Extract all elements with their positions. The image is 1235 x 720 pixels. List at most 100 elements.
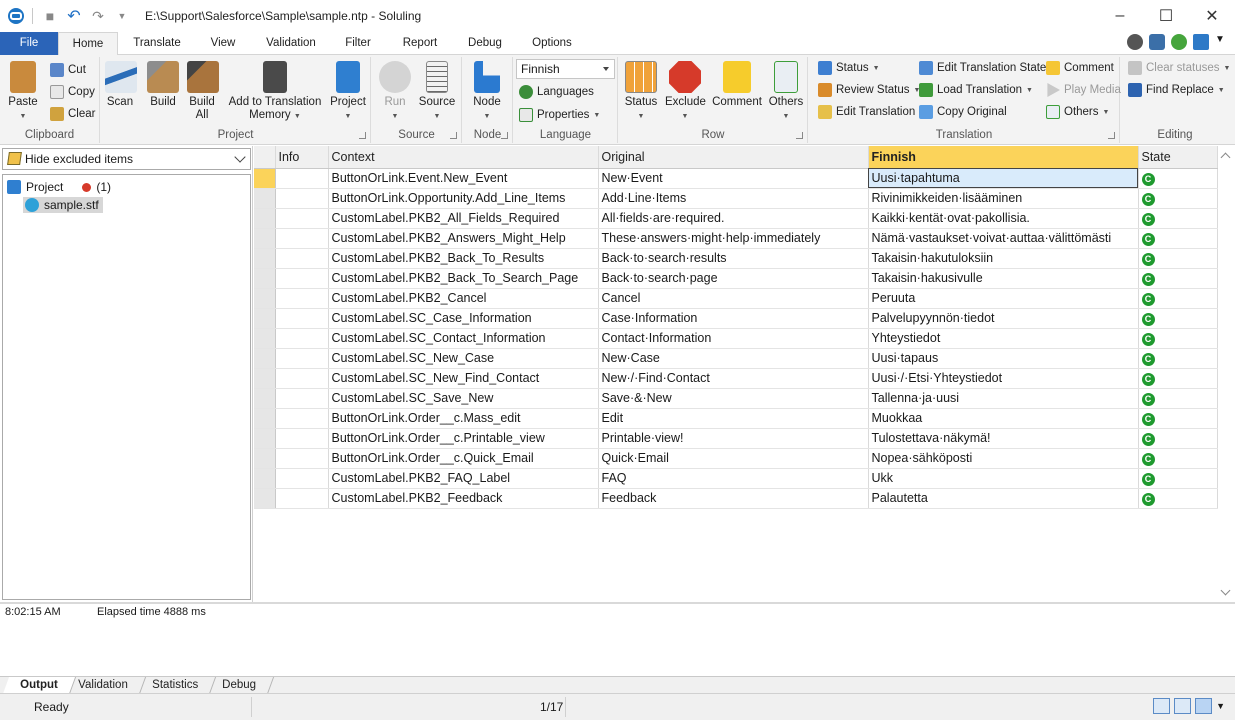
dialog-launcher-icon[interactable] [501,132,508,139]
cell-info[interactable] [275,328,329,349]
cell-original[interactable]: Quick·Email [598,448,869,469]
app-icon[interactable] [8,8,24,24]
row-header[interactable] [254,388,276,409]
row-header[interactable] [254,228,276,249]
row-header[interactable] [254,248,276,269]
cell-info[interactable] [275,388,329,409]
load-translation-button[interactable]: Load Translation ▼ [919,81,1033,99]
cell-finnish[interactable]: Uusi·tapahtuma [868,168,1139,189]
cell-context[interactable]: CustomLabel.PKB2_Back_To_Results [328,248,599,269]
tab-translate[interactable]: Translate [122,32,192,55]
cell-state[interactable]: C [1138,408,1218,429]
table-row[interactable]: CustomLabel.PKB2_FAQ_Label FAQ Ukk C [254,468,1218,489]
cell-info[interactable] [275,188,329,209]
help-icon[interactable] [1127,34,1143,50]
cell-original[interactable]: FAQ [598,468,869,489]
cell-original[interactable]: Feedback [598,488,869,509]
cell-original[interactable]: Back·to·search·page [598,268,869,289]
cell-original[interactable]: These·answers·might·help·immediately [598,228,869,249]
source-button[interactable]: Source ▼ [418,61,456,123]
form-view-icon[interactable] [1174,698,1192,714]
cell-finnish[interactable]: Takaisin·hakutuloksiin [868,248,1139,269]
cell-state[interactable]: C [1138,228,1218,249]
cell-finnish[interactable]: Ukk [868,468,1139,489]
status-button[interactable]: Status ▼ [623,61,659,123]
run-button[interactable]: Run ▼ [378,61,412,123]
add-to-translation-memory-button[interactable]: Add to Translation Memory ▼ [227,61,323,123]
tab-validation[interactable]: Validation [258,32,324,55]
row-header[interactable] [254,208,276,229]
cell-context[interactable]: CustomLabel.PKB2_Back_To_Search_Page [328,268,599,289]
table-row[interactable]: CustomLabel.PKB2_Answers_Might_Help These… [254,228,1218,249]
project-button[interactable]: Project ▼ [329,61,367,123]
clear-button[interactable]: Clear [50,105,95,123]
table-row[interactable]: ButtonOrLink.Event.New_Event New·Event Uus… [254,168,1218,189]
cell-info[interactable] [275,168,329,189]
build-button[interactable]: Build [145,61,181,109]
cell-context[interactable]: CustomLabel.SC_New_Find_Contact [328,368,599,389]
cell-original[interactable]: All·fields·are·required. [598,208,869,229]
scroll-down-icon[interactable] [1220,585,1231,596]
tab-debug-output[interactable]: Debug [204,677,274,694]
dialog-launcher-icon[interactable] [359,132,366,139]
cell-state[interactable]: C [1138,448,1218,469]
cell-context[interactable]: CustomLabel.PKB2_Cancel [328,288,599,309]
row-header[interactable] [254,268,276,289]
column-header-state[interactable]: State [1138,146,1218,169]
scroll-up-icon[interactable] [1220,152,1231,163]
cell-info[interactable] [275,428,329,449]
table-row[interactable]: CustomLabel.PKB2_Feedback Feedback Palaute… [254,488,1218,509]
cell-state[interactable]: C [1138,428,1218,449]
row-header[interactable] [254,188,276,209]
ribbon-options-icon[interactable]: ▼ [1215,34,1227,50]
row-header[interactable] [254,428,276,449]
table-row[interactable]: CustomLabel.SC_New_Case New·Case Uusi·tapa… [254,348,1218,369]
translation-comment-button[interactable]: Comment [1046,59,1114,77]
cell-context[interactable]: CustomLabel.PKB2_Answers_Might_Help [328,228,599,249]
monitor-icon[interactable] [1193,34,1209,50]
row-header[interactable] [254,468,276,489]
clear-statuses-button[interactable]: Clear statuses ▼ [1128,59,1230,77]
others-button[interactable]: Others ▼ [767,61,805,123]
cell-original[interactable]: Printable·view! [598,428,869,449]
tree-node-file[interactable]: sample.stf [23,197,103,213]
cell-finnish[interactable]: Nopea·sähköposti [868,448,1139,469]
language-select[interactable]: Finnish [516,59,615,79]
row-header[interactable] [254,448,276,469]
cell-context[interactable]: CustomLabel.SC_Contact_Information [328,328,599,349]
tab-debug[interactable]: Debug [460,32,510,55]
find-replace-button[interactable]: Find Replace ▼ [1128,81,1225,99]
close-icon[interactable]: ✕ [1189,0,1235,32]
vertical-scrollbar[interactable] [1218,146,1235,602]
copy-button[interactable]: Copy [50,83,95,101]
cell-context[interactable]: CustomLabel.PKB2_Feedback [328,488,599,509]
cell-finnish[interactable]: Muokkaa [868,408,1139,429]
binoculars-icon[interactable] [1149,34,1165,50]
cell-info[interactable] [275,348,329,369]
table-row[interactable]: CustomLabel.SC_New_Find_Contact New·/·Fin… [254,368,1218,389]
tree-node-project[interactable]: Project (1) [7,180,111,194]
cell-finnish[interactable]: Nämä·vastaukset·voivat·auttaa·välittömäs… [868,228,1139,249]
split-view-icon[interactable] [1195,698,1213,714]
cell-original[interactable]: Edit [598,408,869,429]
translation-status-button[interactable]: Status ▼ [818,59,880,77]
table-row[interactable]: CustomLabel.PKB2_Cancel Cancel Peruuta C [254,288,1218,309]
table-row[interactable]: CustomLabel.PKB2_Back_To_Results Back·to·… [254,248,1218,269]
dialog-launcher-icon[interactable] [1108,132,1115,139]
languages-button[interactable]: Languages [519,83,594,101]
cell-finnish[interactable]: Peruuta [868,288,1139,309]
cell-context[interactable]: ButtonOrLink.Opportunity.Add_Line_Items [328,188,599,209]
cell-info[interactable] [275,288,329,309]
paste-button[interactable]: Paste ▼ [5,61,41,123]
cell-state[interactable]: C [1138,188,1218,209]
cell-info[interactable] [275,468,329,489]
cell-original[interactable]: New·Case [598,348,869,369]
grid-view-icon[interactable] [1153,698,1171,714]
cell-info[interactable] [275,488,329,509]
table-row[interactable]: ButtonOrLink.Opportunity.Add_Line_Items A… [254,188,1218,209]
cut-button[interactable]: Cut [50,61,86,79]
tab-filter[interactable]: Filter [336,32,380,55]
comment-button[interactable]: Comment [711,61,763,109]
row-header[interactable] [254,328,276,349]
table-row[interactable]: ButtonOrLink.Order__c.Mass_edit Edit Muokk… [254,408,1218,429]
